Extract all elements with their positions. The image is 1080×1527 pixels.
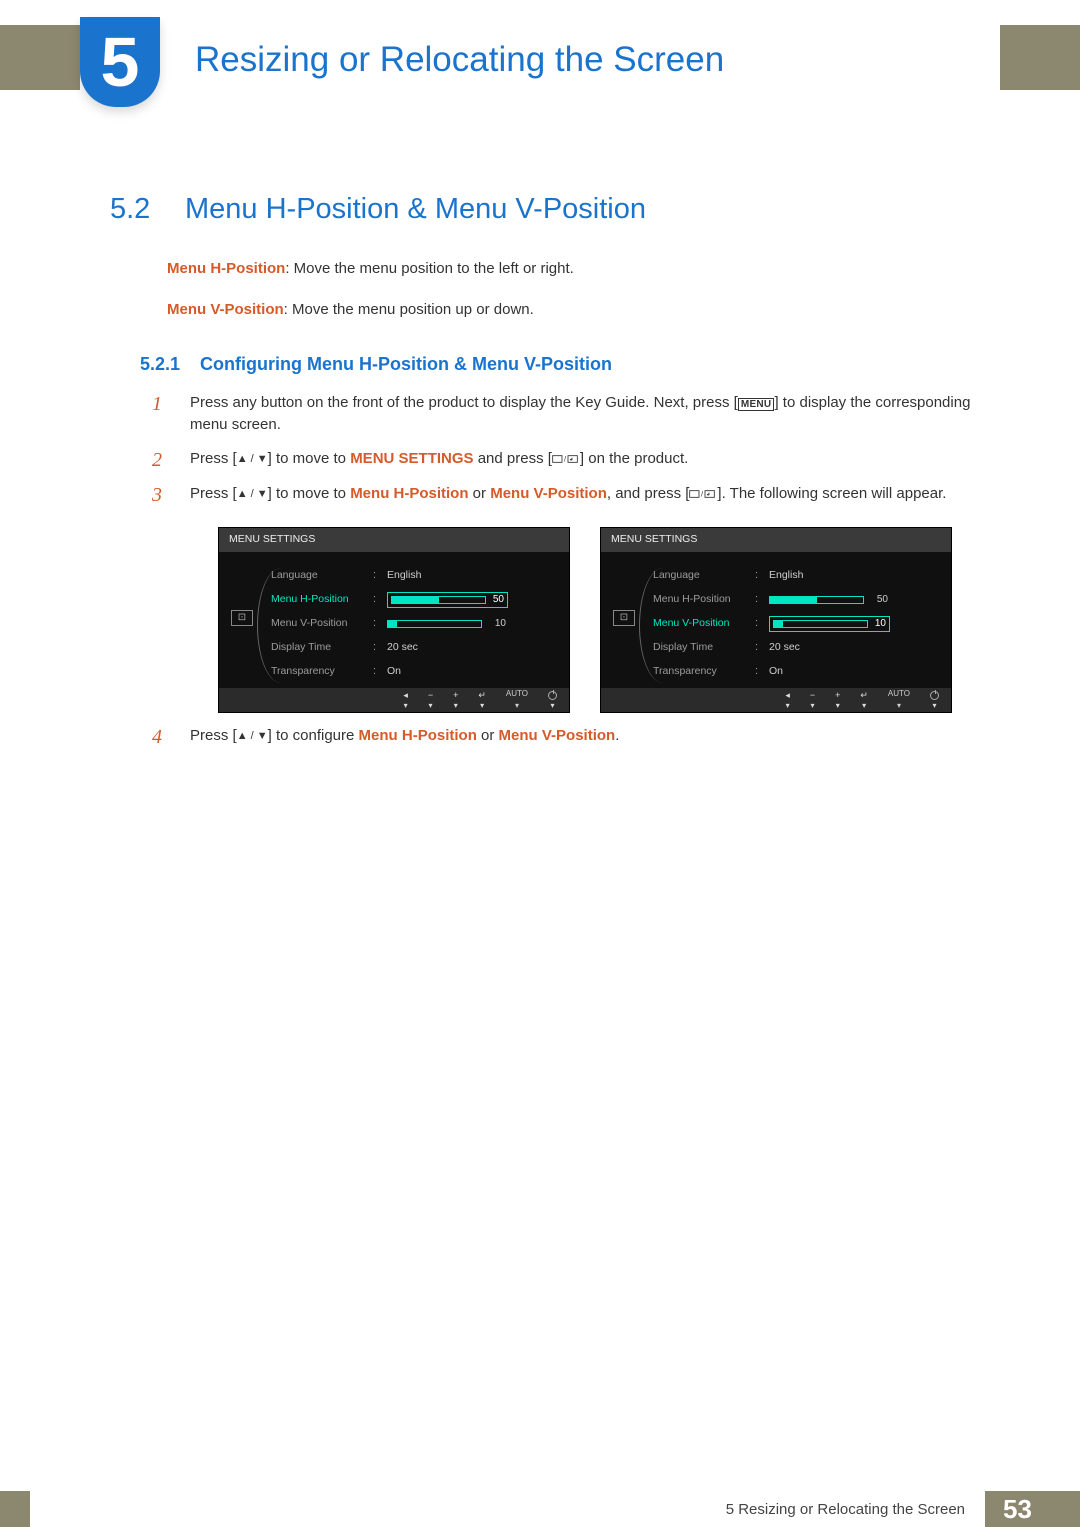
up-down-icon: ▲ / ▼ [237, 730, 268, 742]
osd-back-icon: ◂▾ [785, 691, 790, 710]
osd-title: MENU SETTINGS [219, 528, 569, 552]
osd-value: English [769, 568, 937, 583]
osd-slider-value: 10 [868, 617, 886, 632]
osd-power-icon: ▾ [548, 691, 557, 710]
osd-panel-vpos: MENU SETTINGS ⊡ Language:English Menu H-… [600, 527, 952, 713]
osd-screenshots: MENU SETTINGS ⊡ Language:English Menu H-… [218, 527, 982, 713]
chapter-number-badge: 5 [80, 17, 160, 107]
section-title: Menu H-Position & Menu V-Position [185, 193, 646, 226]
step-text: ] to configure [268, 727, 359, 744]
subsection-title: Configuring Menu H-Position & Menu V-Pos… [200, 354, 612, 375]
step-text: , and press [ [607, 485, 690, 502]
footer-text: 5 Resizing or Relocating the Screen [726, 1501, 965, 1518]
step-number: 3 [152, 481, 162, 510]
step-text: Press any button on the front of the pro… [190, 394, 738, 411]
osd-enter-icon: ↵▾ [860, 691, 868, 710]
step-1: 1 Press any button on the front of the p… [140, 392, 982, 436]
osd-auto-button: AUTO▾ [506, 688, 528, 711]
menu-settings-term: MENU SETTINGS [350, 450, 473, 467]
osd-arc-divider [257, 568, 287, 683]
osd-value: 20 sec [387, 640, 555, 655]
osd-panel-hpos: MENU SETTINGS ⊡ Language:English Menu H-… [218, 527, 570, 713]
hpos-desc: : Move the menu position to the left or … [285, 260, 574, 277]
step-text: and press [ [474, 450, 552, 467]
step-text: ] on the product. [580, 450, 688, 467]
vpos-term: Menu V-Position [499, 727, 616, 744]
step-2: 2 Press [▲ / ▼] to move to MENU SETTINGS… [140, 448, 982, 472]
intro-block: Menu H-Position: Move the menu position … [167, 258, 982, 339]
osd-auto-button: AUTO▾ [888, 688, 910, 711]
osd-footer: ◂▾ −▾ +▾ ↵▾ AUTO▾ ▾ [219, 688, 569, 712]
osd-plus-icon: +▾ [835, 691, 840, 710]
osd-plus-icon: +▾ [453, 691, 458, 710]
step-number: 1 [152, 390, 162, 419]
step-4: 4 Press [▲ / ▼] to configure Menu H-Posi… [140, 725, 982, 747]
step-text: Press [ [190, 450, 237, 467]
osd-back-icon: ◂▾ [403, 691, 408, 710]
vpos-term: Menu V-Position [167, 301, 284, 318]
menu-key-icon: MENU [738, 398, 775, 411]
chapter-title: Resizing or Relocating the Screen [195, 40, 724, 80]
osd-slider-value: 50 [870, 593, 888, 608]
vpos-desc: : Move the menu position up or down. [284, 301, 534, 318]
hpos-term: Menu H-Position [350, 485, 468, 502]
section-number: 5.2 [110, 193, 150, 226]
step-text: ] to move to [268, 450, 351, 467]
osd-minus-icon: −▾ [428, 691, 433, 710]
step-number: 4 [152, 723, 162, 752]
osd-slider-value: 50 [486, 593, 504, 608]
osd-slider-value: 10 [488, 617, 506, 632]
osd-value: On [769, 664, 937, 679]
vpos-term: Menu V-Position [490, 485, 607, 502]
osd-value: English [387, 568, 555, 583]
hpos-term: Menu H-Position [359, 727, 477, 744]
up-down-icon: ▲ / ▼ [237, 488, 268, 500]
osd-value: 20 sec [769, 640, 937, 655]
enter-icon: / [552, 450, 580, 472]
svg-text:/: / [701, 490, 704, 499]
step-text: Press [ [190, 485, 237, 502]
osd-minus-icon: −▾ [810, 691, 815, 710]
osd-value: On [387, 664, 555, 679]
osd-category-icon: ⊡ [231, 610, 253, 626]
page-number: 53 [985, 1491, 1050, 1527]
osd-enter-icon: ↵▾ [478, 691, 486, 710]
up-down-icon: ▲ / ▼ [237, 453, 268, 465]
svg-text:/: / [564, 454, 567, 463]
step-text: . [615, 727, 619, 744]
hpos-term: Menu H-Position [167, 260, 285, 277]
osd-arc-divider [639, 568, 669, 683]
osd-power-icon: ▾ [930, 691, 939, 710]
steps-list: 1 Press any button on the front of the p… [140, 392, 982, 759]
enter-icon: / [689, 485, 717, 507]
step-number: 2 [152, 446, 162, 475]
osd-title: MENU SETTINGS [601, 528, 951, 552]
step-text: or [477, 727, 499, 744]
osd-footer: ◂▾ −▾ +▾ ↵▾ AUTO▾ ▾ [601, 688, 951, 712]
step-text: ]. The following screen will appear. [717, 485, 946, 502]
page-footer: 5 Resizing or Relocating the Screen 53 [0, 1491, 1080, 1527]
step-text: or [469, 485, 491, 502]
subsection-number: 5.2.1 [140, 354, 180, 375]
step-text: ] to move to [268, 485, 351, 502]
step-text: Press [ [190, 727, 237, 744]
osd-category-icon: ⊡ [613, 610, 635, 626]
step-3: 3 Press [▲ / ▼] to move to Menu H-Positi… [140, 483, 982, 713]
